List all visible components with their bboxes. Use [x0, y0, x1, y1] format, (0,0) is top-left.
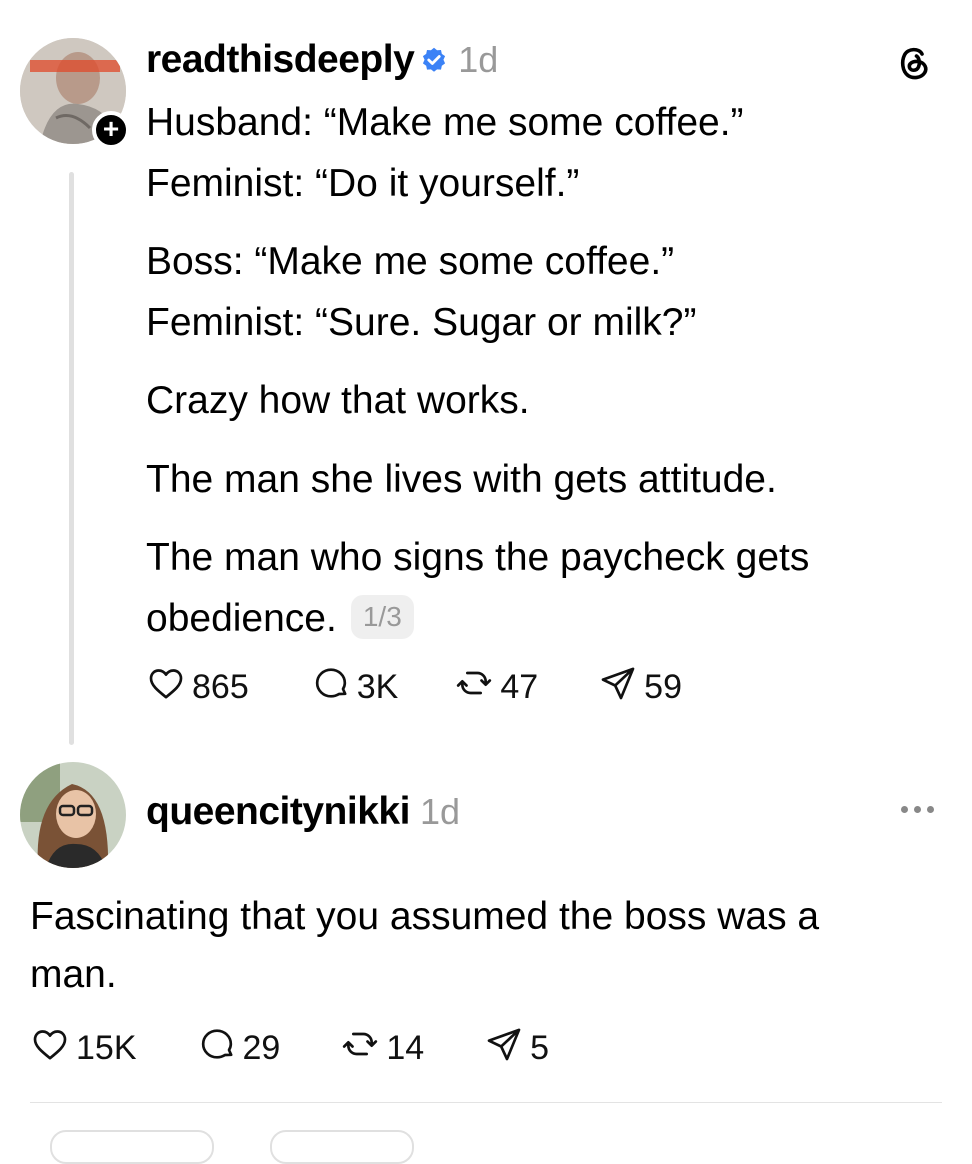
post-line: Crazy how that works. — [146, 379, 530, 422]
post-line: Boss: “Make me some coffee.” — [146, 240, 675, 283]
share-icon — [484, 1024, 530, 1073]
more-icon[interactable] — [898, 800, 937, 818]
page-indicator[interactable]: 1/3 — [350, 594, 414, 639]
like-button[interactable]: 865 — [146, 663, 249, 712]
post-line: Husband: “Make me some coffee.” — [146, 101, 744, 144]
reply-actions: 15K 29 14 5 — [30, 1023, 583, 1073]
reply-comment-button[interactable]: 29 — [197, 1024, 281, 1073]
follow-button[interactable]: + — [92, 111, 130, 149]
chip[interactable] — [270, 1130, 414, 1164]
share-button[interactable]: 59 — [598, 663, 682, 712]
repost-icon — [340, 1024, 386, 1073]
verified-badge-icon — [420, 46, 448, 74]
reply-avatar[interactable] — [20, 762, 126, 868]
comment-button[interactable]: 3K — [311, 663, 399, 712]
divider — [30, 1102, 942, 1103]
post-header: readthisdeeply 1d — [146, 36, 498, 84]
reply-repost-button[interactable]: 14 — [340, 1024, 424, 1073]
post-line: Feminist: “Do it yourself.” — [146, 162, 580, 205]
heart-icon — [146, 663, 192, 712]
thread-line — [69, 172, 74, 745]
reply-header: queencitynikki 1d — [146, 788, 460, 836]
repost-count: 47 — [500, 667, 539, 706]
heart-icon — [30, 1024, 76, 1073]
reply-line: man. — [30, 953, 117, 996]
repost-icon — [454, 663, 500, 712]
share-count: 59 — [644, 667, 682, 706]
share-count: 5 — [530, 1028, 550, 1067]
comment-icon — [197, 1024, 243, 1073]
repost-button[interactable]: 47 — [454, 663, 538, 712]
post-line: The man who signs the paycheck gets — [146, 536, 810, 579]
post-line: Feminist: “Sure. Sugar or milk?” — [146, 301, 697, 344]
repost-count: 14 — [386, 1028, 425, 1067]
post-line: The man she lives with gets attitude. — [146, 458, 777, 501]
post-line: obedience. — [146, 597, 337, 640]
reply-time: 1d — [419, 791, 460, 832]
comment-icon — [311, 663, 357, 712]
reply-username[interactable]: queencitynikki — [146, 790, 410, 834]
like-count: 865 — [192, 667, 249, 706]
post-username[interactable]: readthisdeeply — [146, 38, 415, 82]
like-count: 15K — [76, 1028, 137, 1067]
comment-count: 29 — [242, 1028, 281, 1067]
threads-logo-icon[interactable] — [892, 40, 936, 89]
reply-like-button[interactable]: 15K — [30, 1024, 137, 1073]
post-time: 1d — [458, 39, 499, 80]
share-icon — [598, 663, 644, 712]
reply-share-button[interactable]: 5 — [484, 1024, 549, 1073]
reply-avatar-image — [20, 762, 126, 868]
post-actions: 865 3K 47 59 — [146, 662, 716, 712]
chip[interactable] — [50, 1130, 214, 1164]
comment-count: 3K — [356, 667, 399, 706]
reply-line: Fascinating that you assumed the boss wa… — [30, 895, 820, 938]
post-line-last: obedience. 1/3 — [146, 590, 414, 648]
